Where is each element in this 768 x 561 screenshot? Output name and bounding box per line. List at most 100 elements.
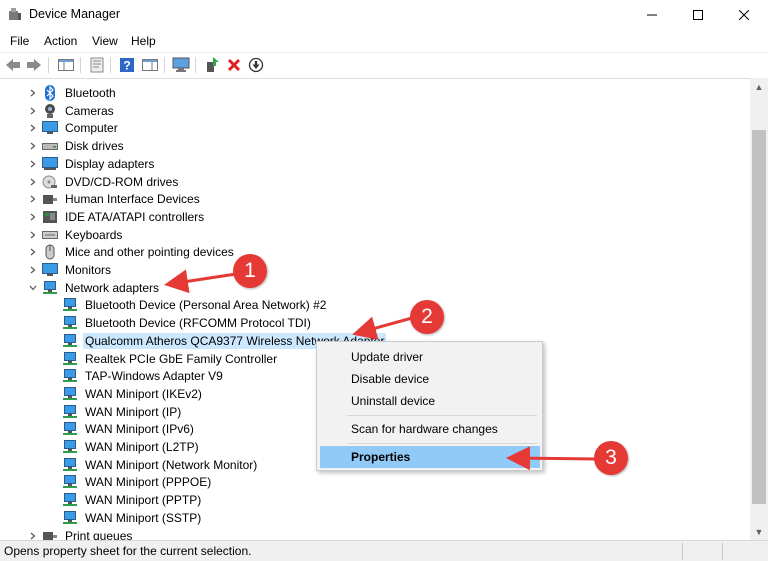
- expand-chevron-icon[interactable]: [28, 88, 38, 98]
- menu-file[interactable]: File: [10, 34, 29, 48]
- tree-category-label: Keyboards: [65, 227, 123, 242]
- minimize-button[interactable]: [629, 0, 675, 30]
- network-adapter-icon: [62, 386, 78, 402]
- expand-chevron-icon[interactable]: [28, 230, 38, 240]
- tree-category-label: Print queues: [65, 528, 133, 541]
- expand-chevron-icon[interactable]: [28, 106, 38, 116]
- network-adapter-label: WAN Miniport (L2TP): [85, 440, 199, 454]
- network-adapter-item[interactable]: WAN Miniport (IKEv2): [62, 385, 204, 403]
- hid-icon: [42, 191, 58, 207]
- device-manager-app-icon: [8, 7, 22, 21]
- ctx-disable-device[interactable]: Disable device: [320, 368, 540, 390]
- tree-category[interactable]: Bluetooth: [30, 84, 118, 102]
- scan-hardware-monitor-icon[interactable]: [171, 56, 191, 74]
- tree-category[interactable]: Human Interface Devices: [30, 190, 202, 208]
- tree-category-label: Bluetooth: [65, 86, 116, 100]
- network-adapter-icon: [62, 474, 78, 490]
- network-adapter-label: TAP-Windows Adapter V9: [85, 369, 223, 384]
- network-adapter-icon: [62, 404, 78, 420]
- menu-bar: File Action View Help: [0, 30, 768, 52]
- close-button[interactable]: [721, 0, 767, 30]
- network-adapter-icon: [62, 333, 78, 349]
- annotation-badge-1: 1: [233, 254, 267, 288]
- maximize-button[interactable]: [675, 0, 721, 30]
- annotation-badge-3: 3: [594, 441, 628, 475]
- expand-chevron-icon[interactable]: [28, 212, 38, 222]
- back-icon[interactable]: [3, 56, 23, 74]
- network-adapter-label: Bluetooth Device (Personal Area Network)…: [85, 298, 327, 313]
- tree-category-network-adapters[interactable]: Network adapters: [29, 279, 161, 297]
- ctx-properties[interactable]: Properties: [320, 446, 540, 468]
- tree-category-label: Display adapters: [65, 156, 155, 171]
- network-adapter-item[interactable]: WAN Miniport (Network Monitor): [62, 456, 259, 474]
- toolbar: ?: [0, 52, 768, 77]
- network-adapter-label: WAN Miniport (SSTP): [85, 510, 202, 525]
- menu-help[interactable]: Help: [131, 34, 156, 48]
- disable-device-icon[interactable]: [246, 56, 266, 74]
- scrollbar-thumb[interactable]: [752, 130, 766, 504]
- network-adapter-item[interactable]: TAP-Windows Adapter V9: [62, 367, 225, 385]
- tree-category[interactable]: Computer: [30, 119, 120, 137]
- help-icon[interactable]: ?: [117, 56, 137, 74]
- uninstall-device-icon[interactable]: [224, 56, 244, 74]
- ctx-update-driver[interactable]: Update driver: [320, 346, 540, 368]
- tree-category[interactable]: Display adapters: [30, 155, 156, 173]
- tree-category-label: Disk drives: [65, 139, 124, 154]
- network-adapter-item[interactable]: Bluetooth Device (RFCOMM Protocol TDI): [62, 314, 313, 332]
- tree-category-label: DVD/CD-ROM drives: [65, 174, 179, 189]
- tree-category-print-queues[interactable]: Print queues: [30, 527, 134, 541]
- network-adapter-item[interactable]: WAN Miniport (SSTP): [62, 509, 203, 527]
- menu-action[interactable]: Action: [44, 34, 77, 48]
- tree-category[interactable]: Cameras: [30, 102, 116, 120]
- network-adapter-item[interactable]: WAN Miniport (IPv6): [62, 420, 196, 438]
- tree-category[interactable]: Disk drives: [30, 137, 126, 155]
- tree-category-label: IDE ATA/ATAPI controllers: [65, 209, 205, 224]
- ctx-uninstall-device[interactable]: Uninstall device: [320, 390, 540, 412]
- properties-toolbar-icon[interactable]: [87, 56, 107, 74]
- expand-chevron-icon[interactable]: [28, 531, 38, 541]
- network-adapter-icon: [62, 351, 78, 367]
- tree-category-label: Mice and other pointing devices: [65, 245, 234, 260]
- update-driver-icon[interactable]: [202, 56, 222, 74]
- network-adapter-item[interactable]: WAN Miniport (PPPOE): [62, 473, 213, 491]
- expand-chevron-icon[interactable]: [28, 141, 38, 151]
- status-bar: Opens property sheet for the current sel…: [0, 540, 768, 561]
- tree-category[interactable]: Keyboards: [30, 226, 124, 244]
- tree-category[interactable]: Monitors: [30, 261, 113, 279]
- tree-category[interactable]: DVD/CD-ROM drives: [30, 173, 180, 191]
- network-adapter-item[interactable]: Realtek PCIe GbE Family Controller: [62, 350, 279, 368]
- network-adapter-icon: [62, 457, 78, 473]
- scroll-up-arrow-icon[interactable]: ▲: [750, 78, 768, 95]
- ctx-separator: [347, 415, 537, 416]
- expand-chevron-icon[interactable]: [28, 194, 38, 204]
- forward-icon[interactable]: [24, 56, 44, 74]
- network-adapter-item[interactable]: WAN Miniport (IP): [62, 403, 183, 421]
- network-adapter-item[interactable]: Bluetooth Device (Personal Area Network)…: [62, 296, 328, 314]
- tree-category[interactable]: Mice and other pointing devices: [30, 243, 236, 261]
- network-adapter-label: WAN Miniport (IKEv2): [85, 386, 202, 401]
- tree-category-label: Network adapters: [65, 280, 160, 295]
- expand-chevron-icon[interactable]: [28, 265, 38, 275]
- camera-icon: [42, 103, 58, 119]
- network-adapter-item[interactable]: WAN Miniport (L2TP): [62, 438, 201, 456]
- collapse-chevron-icon[interactable]: [28, 283, 38, 293]
- ctx-scan-hardware-changes[interactable]: Scan for hardware changes: [320, 418, 540, 440]
- network-adapter-icon: [62, 297, 78, 313]
- dvd-drive-icon: [42, 174, 58, 190]
- tree-category-label: Human Interface Devices: [65, 192, 200, 207]
- vertical-scrollbar[interactable]: ▲ ▼: [750, 78, 768, 540]
- scroll-down-arrow-icon[interactable]: ▼: [750, 523, 768, 540]
- action-pane-icon[interactable]: [140, 56, 160, 74]
- tree-category[interactable]: IDE ATA/ATAPI controllers: [30, 208, 206, 226]
- expand-chevron-icon[interactable]: [28, 177, 38, 187]
- network-adapter-item[interactable]: WAN Miniport (PPTP): [62, 491, 203, 509]
- svg-text:?: ?: [123, 59, 130, 73]
- menu-view[interactable]: View: [92, 34, 118, 48]
- disk-drive-icon: [42, 138, 58, 154]
- network-adapter-icon: [62, 510, 78, 526]
- show-hide-console-tree-icon[interactable]: [56, 56, 76, 74]
- expand-chevron-icon[interactable]: [28, 247, 38, 257]
- network-adapter-icon: [62, 439, 78, 455]
- expand-chevron-icon[interactable]: [28, 159, 38, 169]
- expand-chevron-icon[interactable]: [28, 123, 38, 133]
